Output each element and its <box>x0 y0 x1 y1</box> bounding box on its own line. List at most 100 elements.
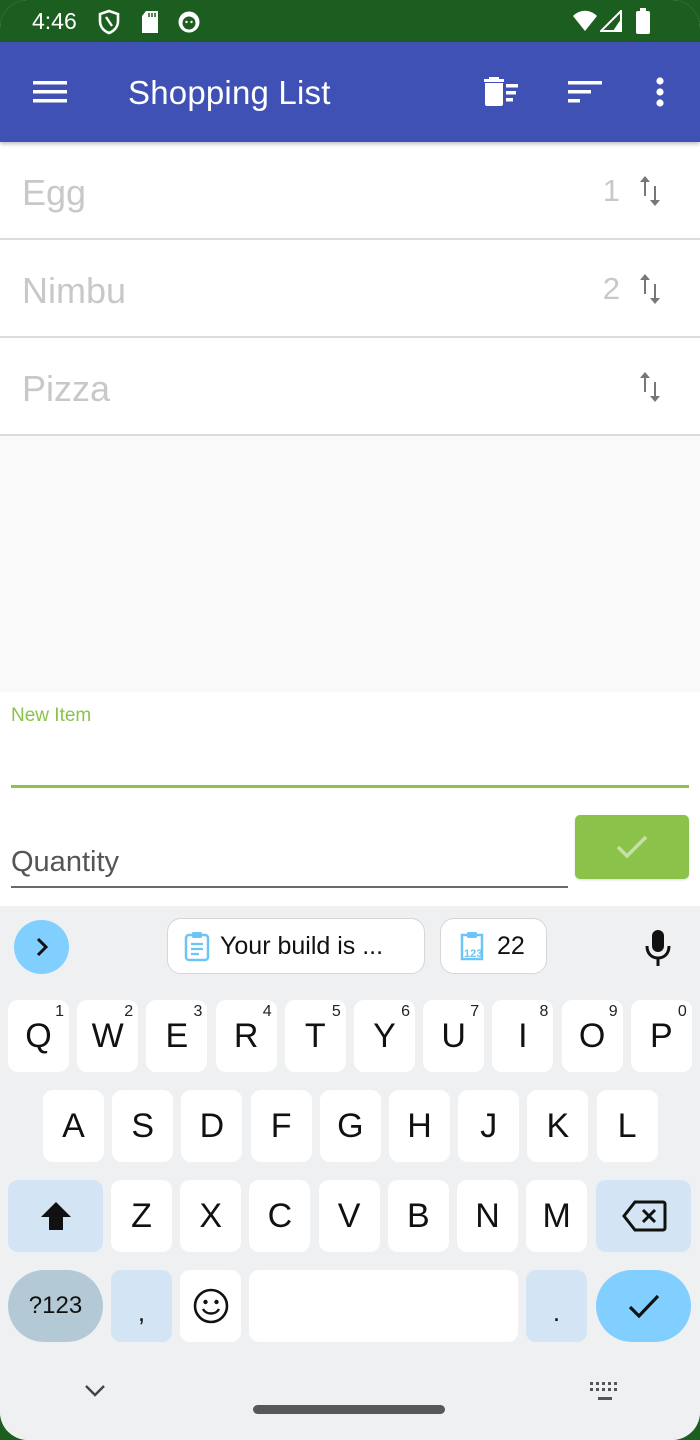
key-number-hint: 2 <box>124 1003 134 1020</box>
space-key[interactable] <box>249 1270 518 1342</box>
menu-button[interactable] <box>28 70 72 114</box>
key-e[interactable]: E3 <box>146 1000 208 1072</box>
key-a[interactable]: A <box>43 1090 104 1162</box>
key-u[interactable]: U7 <box>423 1000 485 1072</box>
key-number-hint: 8 <box>539 1003 549 1020</box>
item-name: Nimbu <box>22 270 127 311</box>
shopping-list: Egg 1 Nimbu 2 Pizza <box>0 142 700 436</box>
cat-face-icon <box>177 10 201 39</box>
key-number-hint: 4 <box>262 1003 272 1020</box>
enter-key[interactable] <box>596 1270 691 1342</box>
key-z[interactable]: Z <box>111 1180 172 1252</box>
emoji-icon <box>193 1288 228 1324</box>
period-key[interactable]: . <box>526 1270 587 1342</box>
item-name: Pizza <box>22 368 111 409</box>
list-item[interactable]: Pizza <box>0 338 700 436</box>
quantity-input[interactable] <box>11 838 568 888</box>
key-label: W <box>91 1016 124 1055</box>
reorder-handle-icon[interactable] <box>636 272 664 306</box>
key-number-hint: 3 <box>193 1003 203 1020</box>
key-label: P <box>649 1016 673 1055</box>
hide-keyboard-chevron-icon[interactable] <box>82 1382 108 1400</box>
key-c[interactable]: C <box>249 1180 311 1252</box>
delete-checked-icon <box>484 77 518 106</box>
key-s[interactable]: S <box>112 1090 174 1162</box>
key-q[interactable]: Q1 <box>8 1000 69 1072</box>
keyboard-switch-icon[interactable] <box>588 1380 622 1404</box>
microphone-icon[interactable] <box>642 928 674 968</box>
key-h[interactable]: H <box>389 1090 450 1162</box>
check-icon <box>628 1294 659 1319</box>
key-v[interactable]: V <box>318 1180 380 1252</box>
shift-icon <box>40 1202 71 1230</box>
key-j[interactable]: J <box>458 1090 520 1162</box>
sort-icon <box>568 81 602 103</box>
key-b[interactable]: B <box>387 1180 449 1252</box>
key-o[interactable]: O9 <box>561 1000 623 1072</box>
sort-button[interactable] <box>563 70 607 114</box>
key-d[interactable]: D <box>181 1090 243 1162</box>
item-quantity: 1 <box>602 173 620 208</box>
home-indicator[interactable] <box>253 1405 445 1414</box>
key-number-hint: 9 <box>608 1003 618 1020</box>
check-icon <box>616 835 648 859</box>
symbols-key[interactable]: ?123 <box>8 1270 103 1342</box>
clipboard-suggestion-text: Your build is ... <box>220 931 384 960</box>
on-screen-keyboard: Your build is ... 123 22 Q1W2E3R4T5Y6U7I… <box>0 906 700 1440</box>
key-k[interactable]: K <box>527 1090 589 1162</box>
key-number-hint: 6 <box>401 1003 410 1020</box>
key-g[interactable]: G <box>319 1090 381 1162</box>
phone-screen: 4:46 Shopping List Egg 1 Nimbu 2 Pizza N… <box>0 0 700 1440</box>
reorder-handle-icon[interactable] <box>636 370 664 404</box>
more-options-button[interactable] <box>638 70 682 114</box>
key-label: Q <box>25 1016 52 1055</box>
new-item-label: New Item <box>11 705 92 726</box>
key-x[interactable]: X <box>180 1180 242 1252</box>
add-item-button[interactable] <box>575 815 689 879</box>
cell-signal-icon <box>598 8 622 37</box>
key-t[interactable]: T5 <box>284 1000 346 1072</box>
key-i[interactable]: I8 <box>492 1000 554 1072</box>
key-f[interactable]: F <box>250 1090 312 1162</box>
list-empty-area <box>0 436 700 692</box>
backspace-key[interactable] <box>596 1180 691 1252</box>
sd-card-icon <box>140 10 160 39</box>
key-m[interactable]: M <box>526 1180 588 1252</box>
svg-text:123: 123 <box>464 948 482 960</box>
list-item[interactable]: Nimbu 2 <box>0 240 700 338</box>
clipboard-icon <box>184 932 210 962</box>
reorder-handle-icon[interactable] <box>636 174 664 208</box>
key-y[interactable]: Y6 <box>354 1000 415 1072</box>
item-name: Egg <box>22 172 87 213</box>
key-label: T <box>304 1016 326 1055</box>
item-quantity: 2 <box>602 271 620 306</box>
key-l[interactable]: L <box>596 1090 658 1162</box>
number-suggestion-text: 22 <box>497 931 525 960</box>
key-label: Y <box>373 1016 396 1055</box>
shield-icon <box>98 9 120 40</box>
status-time: 4:46 <box>32 8 77 34</box>
page-title: Shopping List <box>128 74 331 111</box>
number-suggestion-chip[interactable]: 123 22 <box>440 918 547 974</box>
clipboard-suggestion-chip[interactable]: Your build is ... <box>167 918 425 974</box>
comma-key[interactable]: , <box>111 1270 172 1342</box>
status-bar: 4:46 <box>0 0 700 42</box>
key-p[interactable]: P0 <box>630 1000 692 1072</box>
shift-key[interactable] <box>8 1180 103 1252</box>
delete-checked-button[interactable] <box>478 70 522 114</box>
hamburger-menu-icon <box>33 81 67 103</box>
list-item[interactable]: Egg 1 <box>0 142 700 240</box>
key-w[interactable]: W2 <box>77 1000 139 1072</box>
new-item-input[interactable] <box>11 732 689 788</box>
key-label: U <box>441 1016 466 1055</box>
emoji-key[interactable] <box>180 1270 241 1342</box>
key-n[interactable]: N <box>457 1180 518 1252</box>
wifi-icon <box>572 10 598 37</box>
key-label: E <box>165 1016 189 1055</box>
expand-toolbar-button[interactable] <box>14 920 69 974</box>
battery-icon <box>636 8 650 39</box>
chevron-right-icon <box>36 937 48 957</box>
key-number-hint: 7 <box>470 1003 480 1020</box>
clipboard-number-icon: 123 <box>460 932 484 961</box>
key-r[interactable]: R4 <box>215 1000 277 1072</box>
